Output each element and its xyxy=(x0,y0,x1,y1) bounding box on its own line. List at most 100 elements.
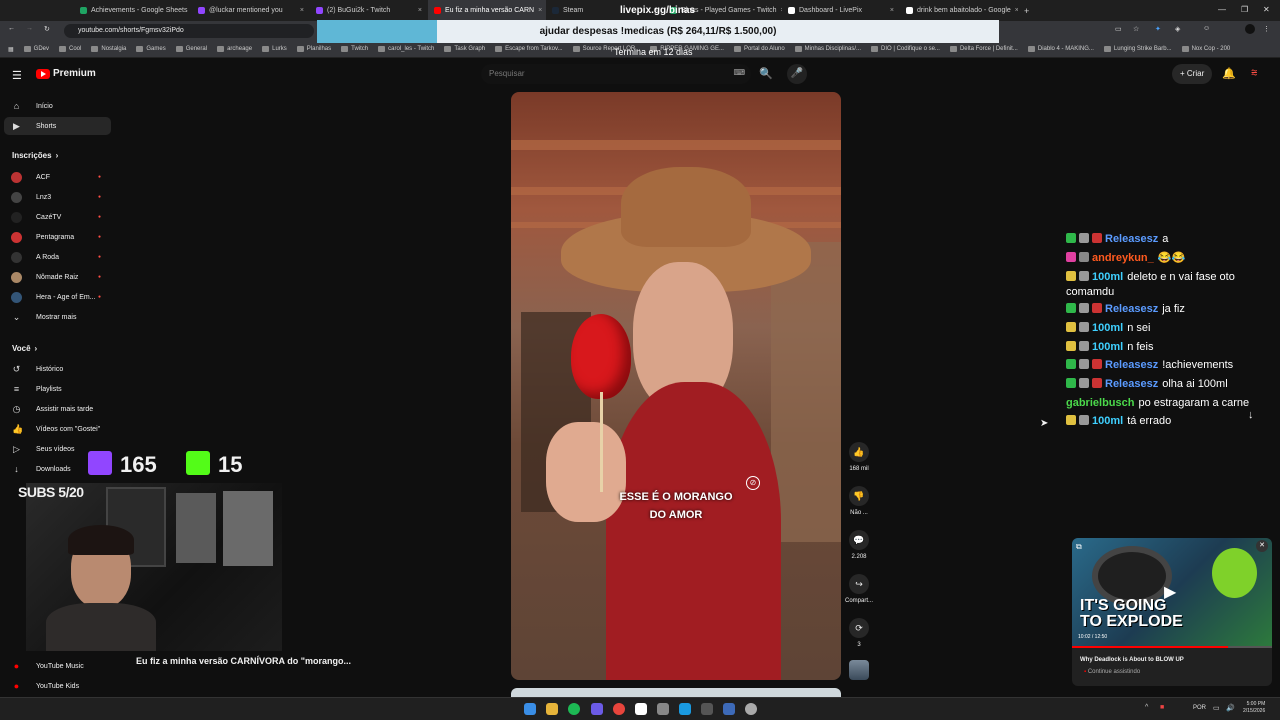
youtube-logo[interactable]: Premium xyxy=(36,68,96,79)
bookmark-item[interactable]: General xyxy=(175,46,207,52)
search-input[interactable]: Pesquisar ⌨ xyxy=(481,64,751,84)
chat-username[interactable]: 100ml xyxy=(1092,271,1123,283)
obs-icon[interactable] xyxy=(635,703,647,715)
app-icon[interactable] xyxy=(657,703,669,715)
create-button[interactable]: + Criar xyxy=(1172,64,1212,84)
forward-icon[interactable]: → xyxy=(26,25,33,32)
language-indicator[interactable]: POR xyxy=(1193,705,1206,711)
tray-chevron-icon[interactable]: ^ xyxy=(1145,704,1148,711)
action-icon[interactable]: ⟳ xyxy=(849,618,869,638)
notifications-bell-icon[interactable]: 🔔 xyxy=(1222,67,1236,80)
sidebar-item-you[interactable]: ≡ Playlists xyxy=(0,382,115,396)
sidebar-item-you[interactable]: ↺ Histórico xyxy=(0,362,115,376)
tab-close-icon[interactable]: × xyxy=(534,7,542,14)
steam-icon[interactable] xyxy=(723,703,735,715)
tray-app-icon[interactable]: ■ xyxy=(1160,704,1164,711)
sidebar-item-you[interactable]: 👍 Vídeos com "Gostei" xyxy=(0,422,115,436)
action-icon[interactable]: 👎 xyxy=(849,486,869,506)
chat-username[interactable]: andreykun_ xyxy=(1092,252,1154,264)
bookmark-item[interactable]: Planilhas xyxy=(296,46,331,52)
play-icon[interactable]: ▶ xyxy=(1164,582,1176,602)
bookmark-item[interactable]: Minhas Disciplinas/... xyxy=(794,46,861,52)
tab-close-icon[interactable]: × xyxy=(1011,7,1018,14)
network-icon[interactable]: ▭ xyxy=(1213,704,1220,712)
mini-player[interactable]: IT'S GOING TO EXPLODE ▶ 10:02 / 12:50 ⧉ … xyxy=(1072,538,1272,686)
browser-tab[interactable]: drink bem abaitolado - Google × xyxy=(900,0,1018,21)
microphone-icon[interactable]: 🎤 xyxy=(787,64,807,84)
edge-icon[interactable] xyxy=(679,703,691,715)
mini-player-title[interactable]: Why Deadlock is About to BLOW UP xyxy=(1080,657,1184,663)
sidebar-item-home[interactable]: ⌂ Início xyxy=(0,97,115,115)
app-icon[interactable] xyxy=(745,703,757,715)
streamer-badge-icon[interactable]: ⩬ xyxy=(1251,67,1257,80)
sidebar-item-subscription[interactable]: Hera - Age of Em... ● xyxy=(0,290,115,304)
close-window-icon[interactable]: ✕ xyxy=(1263,5,1270,14)
tab-close-icon[interactable]: × xyxy=(886,7,894,14)
browser-tab[interactable]: (2) BuGui2k - Twitch × xyxy=(310,0,428,21)
file-explorer-icon[interactable] xyxy=(546,703,558,715)
scroll-down-arrow-icon[interactable]: ↓ xyxy=(1248,409,1254,421)
bookmark-item[interactable]: Diablo 4 - MAKING... xyxy=(1027,46,1094,52)
sound-avatar[interactable] xyxy=(849,660,869,680)
sidebar-item-app[interactable]: ● YouTube Kids xyxy=(0,679,115,693)
new-tab-icon[interactable]: + xyxy=(1024,6,1029,16)
action-icon[interactable]: 💬 xyxy=(849,530,869,550)
sidebar-item-shorts[interactable]: ▶ Shorts xyxy=(4,117,111,135)
bookmark-item[interactable]: archeage xyxy=(217,46,252,52)
short-title[interactable]: Eu fiz a minha versão CARNÍVORA do "mora… xyxy=(136,656,351,666)
chrome-icon[interactable] xyxy=(613,703,625,715)
bookmark-item[interactable]: Lunging Strike Barb... xyxy=(1103,46,1172,52)
chat-username[interactable]: Releasesz xyxy=(1105,378,1158,390)
expand-icon[interactable]: ⧉ xyxy=(1076,542,1082,552)
maximize-icon[interactable]: ❐ xyxy=(1241,5,1248,14)
bookmark-item[interactable]: Escape from Tarkov... xyxy=(495,46,563,52)
bookmark-item[interactable]: Cool xyxy=(59,46,81,52)
show-more-button[interactable]: ⌄ Mostrar mais xyxy=(0,310,115,324)
reload-icon[interactable]: ↻ xyxy=(44,25,50,33)
chat-username[interactable]: Releasesz xyxy=(1105,359,1158,371)
bookmark-item[interactable]: Games xyxy=(136,46,166,52)
chat-username[interactable]: 100ml xyxy=(1092,322,1123,334)
app-icon[interactable] xyxy=(701,703,713,715)
sidebar-item-app[interactable]: ● YouTube Music xyxy=(0,659,115,673)
spotify-icon[interactable] xyxy=(568,703,580,715)
extension-icon[interactable]: ✦ xyxy=(1155,25,1161,33)
profile-icon[interactable]: ☺ xyxy=(1203,25,1210,32)
tab-close-icon[interactable]: × xyxy=(296,7,304,14)
hamburger-menu-icon[interactable]: ☰ xyxy=(12,69,22,82)
sidebar-item-subscription[interactable]: Lnz3 ● xyxy=(0,190,115,204)
sidebar-item-subscription[interactable]: Nômade Raiz ● xyxy=(0,270,115,284)
sidebar-item-subscription[interactable]: A Roda ● xyxy=(0,250,115,264)
browser-tab[interactable]: @luckar mentioned you × xyxy=(192,0,310,21)
sidebar-item-subscription[interactable]: CazéTV ● xyxy=(0,210,115,224)
short-action[interactable]: 💬 2.208 xyxy=(844,530,874,560)
back-icon[interactable]: ← xyxy=(8,25,15,32)
chat-username[interactable]: Releasesz xyxy=(1105,303,1158,315)
apps-grid-icon[interactable]: ▦ xyxy=(8,46,14,53)
extensions-puzzle-icon[interactable]: ◈ xyxy=(1175,25,1180,33)
browser-tab[interactable]: Eu fiz a minha versão CARN × xyxy=(428,0,546,21)
browser-tab[interactable]: Achievements - Google Sheets× xyxy=(74,0,192,21)
minimize-icon[interactable]: — xyxy=(1218,5,1226,14)
windows-start-icon[interactable] xyxy=(524,703,536,715)
volume-icon[interactable]: 🔊 xyxy=(1226,704,1235,712)
next-short-preview[interactable] xyxy=(511,688,841,697)
bookmark-item[interactable]: Delta Force | Definit... xyxy=(949,46,1018,52)
sidebar-item-subscription[interactable]: ACF ● xyxy=(0,170,115,184)
mini-player-thumbnail[interactable]: IT'S GOING TO EXPLODE ▶ 10:02 / 12:50 ⧉ … xyxy=(1072,538,1272,648)
bookmark-item[interactable]: GDev xyxy=(23,46,49,52)
avatar[interactable] xyxy=(1245,24,1255,34)
bookmark-item[interactable]: Nostalgia xyxy=(91,46,126,52)
bookmark-item[interactable]: Twitch xyxy=(341,46,368,52)
bookmark-item[interactable]: Lurks xyxy=(262,46,287,52)
bookmark-item[interactable]: Nox Cop - 200 xyxy=(1181,46,1230,52)
bookmark-item[interactable]: Portal do Aluno xyxy=(733,46,785,52)
you-heading[interactable]: Você › xyxy=(12,344,37,353)
action-icon[interactable]: ↪ xyxy=(849,574,869,594)
chat-username[interactable]: Releasesz xyxy=(1105,233,1158,245)
bookmark-item[interactable]: carol_les - Twitch xyxy=(378,46,434,52)
chat-username[interactable]: gabrielbusch xyxy=(1066,397,1134,409)
bookmark-item[interactable]: Task Graph xyxy=(444,46,485,52)
short-video-player[interactable]: ESSE É O MORANGO DO AMOR ⊘ xyxy=(511,92,841,680)
cast-icon[interactable]: ▭ xyxy=(1115,25,1122,33)
